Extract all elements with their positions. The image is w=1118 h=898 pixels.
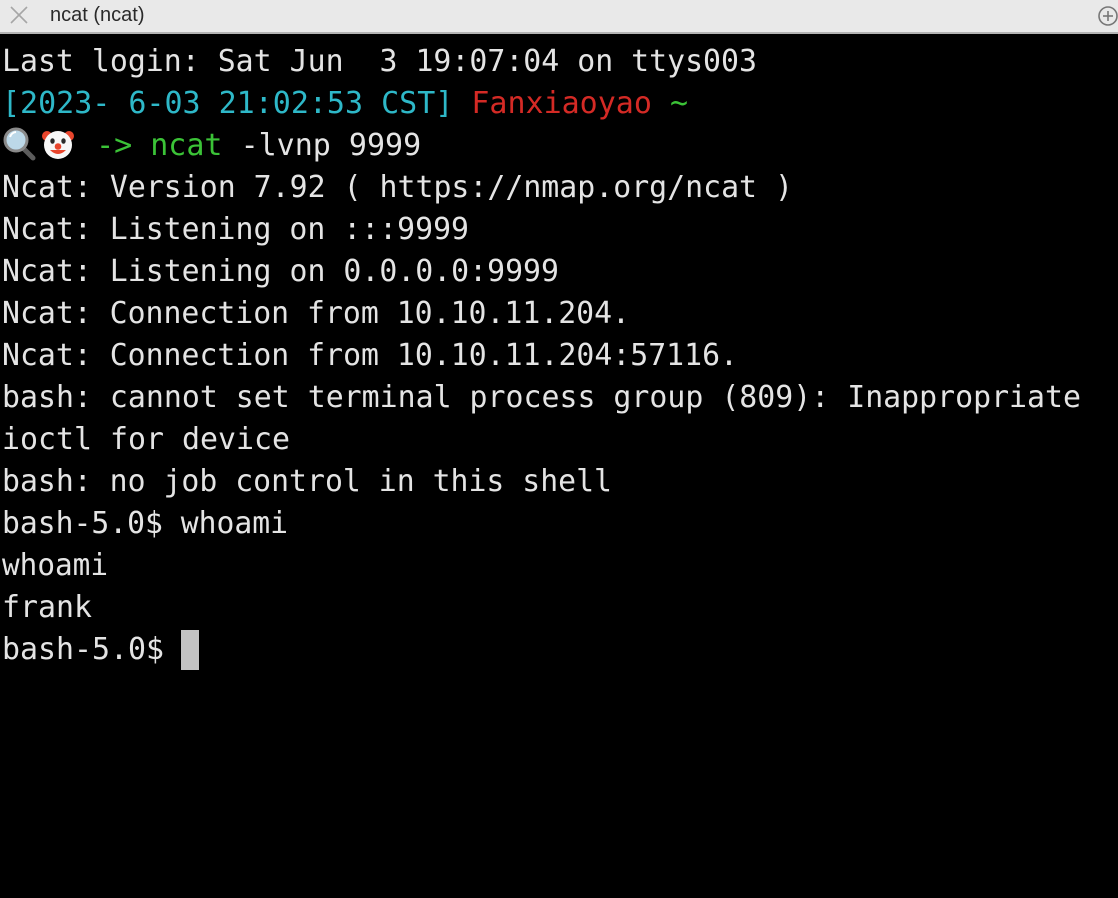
output-line: ioctl for device <box>2 422 290 457</box>
prompt-header-line: [2023- 6-03 21:02:53 CST] Fanxiaoyao ~ <box>2 83 688 125</box>
new-tab-icon[interactable] <box>1097 5 1118 27</box>
output-line: Ncat: Listening on 0.0.0.0:9999 <box>2 254 559 289</box>
current-prompt: bash-5.0$ <box>2 632 164 667</box>
terminal-output[interactable]: Last login: Sat Jun 3 19:07:04 on ttys00… <box>0 36 1118 898</box>
prompt-arrow: -> <box>96 128 133 163</box>
command-args: -lvnp 9999 <box>240 128 422 163</box>
output-line: bash: no job control in this shell <box>2 464 612 499</box>
clown-face-emoji-icon <box>40 126 76 162</box>
close-icon[interactable] <box>9 5 29 25</box>
last-login-line: Last login: Sat Jun 3 19:07:04 on ttys00… <box>2 44 757 79</box>
command-name: ncat <box>150 128 223 163</box>
output-line: frank <box>2 590 92 625</box>
prompt-tilde: ~ <box>669 86 688 121</box>
output-line: whoami <box>2 548 108 583</box>
terminal-window: ncat (ncat) Last login: Sat Jun 3 19:07:… <box>0 0 1118 898</box>
output-line: bash: cannot set terminal process group … <box>2 380 1081 415</box>
output-line: Ncat: Connection from 10.10.11.204. <box>2 296 630 331</box>
tab-title[interactable]: ncat (ncat) <box>50 3 144 27</box>
tab-bar: ncat (ncat) <box>0 0 1118 34</box>
current-prompt-line: bash-5.0$ <box>2 629 199 671</box>
prompt-hostname: Fanxiaoyao <box>471 86 652 121</box>
output-line: Ncat: Connection from 10.10.11.204:57116… <box>2 338 738 373</box>
output-line: bash-5.0$ whoami <box>2 506 288 541</box>
output-line: Ncat: Version 7.92 ( https://nmap.org/nc… <box>2 170 793 205</box>
prompt-timestamp: [2023- 6-03 21:02:53 CST] <box>2 86 454 121</box>
text-cursor <box>180 630 199 670</box>
command-line: -> ncat -lvnp 9999 <box>2 125 421 167</box>
output-line: Ncat: Listening on :::9999 <box>2 212 469 247</box>
magnifier-emoji-icon <box>2 126 38 162</box>
